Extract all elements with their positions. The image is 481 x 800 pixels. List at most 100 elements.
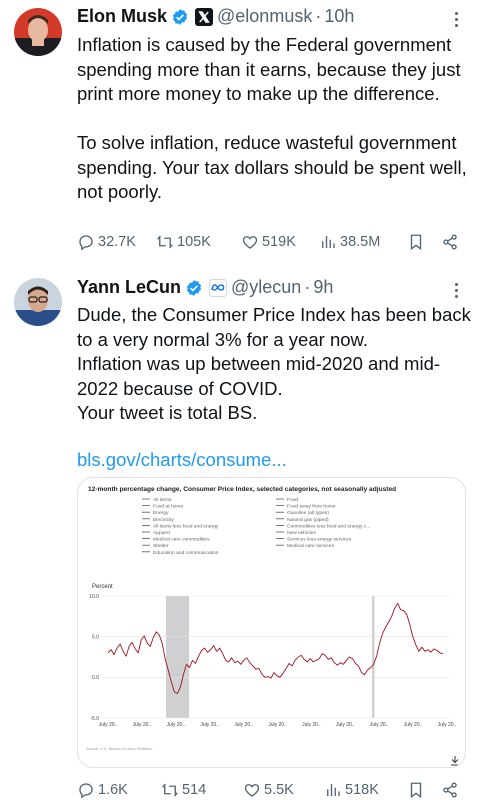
- legend-label: Apparel: [153, 530, 170, 536]
- views-icon: [327, 784, 340, 796]
- legend-item-left-7: Shelter: [142, 543, 169, 549]
- like-count: 5.5K: [264, 782, 294, 798]
- reply-count: 1.6K: [98, 782, 128, 798]
- recession-bands: [166, 596, 375, 718]
- x-tick-label: July 20..: [133, 722, 152, 728]
- repost-count: 514: [182, 782, 207, 798]
- legend-item-right-3: Natural gas (piped): [276, 517, 329, 523]
- avatar-image: [14, 8, 62, 56]
- share-icon[interactable]: [441, 233, 459, 251]
- action-bar: 1.6K 514 5.5K 518K: [77, 781, 467, 800]
- cpi-chart: 12-month percentage change, Consumer Pri…: [86, 486, 459, 766]
- like-button[interactable]: 5.5K: [243, 781, 294, 799]
- reply-button[interactable]: 1.6K: [77, 781, 128, 799]
- separator-dot: ·: [315, 6, 322, 26]
- legend-item-left-0: All items: [142, 497, 172, 503]
- y-tick-label: -5.0: [90, 716, 99, 722]
- bookmark-icon[interactable]: [407, 233, 425, 251]
- like-icon: [244, 784, 260, 797]
- legend-item-right-0: Food: [276, 497, 298, 503]
- download-icon[interactable]: [451, 756, 459, 766]
- x-tick-label: July 20..: [370, 722, 389, 728]
- legend-item-left-2: Energy: [142, 510, 169, 516]
- legend-label: Education and communication: [153, 550, 219, 556]
- chart-series: [107, 602, 444, 695]
- legend-item-left-4: All items less food and energy: [142, 523, 219, 529]
- y-axis-label: Percent: [92, 584, 113, 590]
- legend-label: Medical care commodities: [153, 537, 210, 543]
- legend-label: Electricity: [153, 517, 174, 523]
- separator-dot: ·: [304, 277, 311, 297]
- more-icon[interactable]: [455, 12, 459, 27]
- legend-item-right-1: Food away from home: [276, 504, 336, 510]
- tweet-elon[interactable]: Elon Musk @elonmusk · 10h Inflation is c…: [0, 0, 481, 265]
- verified-badge-icon: [186, 279, 202, 296]
- chart-title: 12-month percentage change, Consumer Pri…: [88, 486, 396, 493]
- legend-item-right-4: Commodities less food and energy c...: [276, 523, 370, 529]
- legend-item-left-5: Apparel: [142, 530, 170, 536]
- chart-link[interactable]: bls.gov/charts/consume...: [77, 449, 287, 471]
- x-logo-icon: [195, 7, 214, 26]
- y-tick-label: 10.0: [89, 594, 99, 600]
- like-button[interactable]: 519K: [241, 233, 296, 251]
- view-count: 38.5M: [340, 234, 381, 250]
- legend-label: Services less energy services: [287, 537, 352, 543]
- author-handle[interactable]: @ylecun: [231, 277, 301, 298]
- like-icon: [242, 236, 258, 249]
- legend-label: Food: [287, 497, 298, 503]
- repost-icon: [156, 235, 174, 249]
- legend-label: Medical care services: [287, 543, 335, 549]
- legend-item-left-1: Food at home: [142, 504, 183, 510]
- x-axis-ticks: July 20.. July 20.. July 20.. July 20.. July…: [99, 722, 457, 728]
- avatar[interactable]: [14, 278, 62, 326]
- share-icon[interactable]: [441, 781, 459, 799]
- timestamp[interactable]: 10h: [324, 6, 354, 27]
- author-name[interactable]: Yann LeCun: [77, 277, 181, 298]
- view-count: 518K: [345, 782, 379, 798]
- recession-band: [372, 596, 375, 718]
- more-icon[interactable]: [455, 283, 459, 298]
- like-count: 519K: [262, 234, 296, 250]
- views-button[interactable]: 518K: [324, 781, 379, 799]
- legend-label: New vehicles: [287, 530, 316, 536]
- x-tick-label: July 20..: [404, 722, 423, 728]
- verified-badge-icon: [172, 8, 188, 25]
- views-button[interactable]: 38.5M: [319, 233, 380, 251]
- x-tick-label: July 20..: [336, 722, 355, 728]
- reply-button[interactable]: 32.7K: [77, 233, 136, 251]
- series-line-0: [107, 602, 444, 695]
- avatar[interactable]: [14, 8, 62, 56]
- legend-label: All items: [153, 497, 172, 503]
- x-tick-label: July 20..: [99, 722, 118, 728]
- tweet-text: Dude, the Consumer Price Index has been …: [77, 304, 471, 423]
- x-tick-label: July 20..: [200, 722, 219, 728]
- legend-label: Shelter: [153, 543, 169, 549]
- legend-label: All items less food and energy: [153, 523, 219, 529]
- x-tick-label: July 20..: [302, 722, 321, 728]
- author-handle[interactable]: @elonmusk: [217, 6, 312, 27]
- y-tick-label: 0.0: [92, 675, 99, 681]
- timestamp[interactable]: 9h: [313, 277, 333, 298]
- chart-legend: All itemsFood at homeEnergyElectricityAl…: [142, 497, 370, 556]
- legend-item-right-6: Services less energy services: [276, 537, 352, 543]
- x-tick-label: July 20..: [166, 722, 185, 728]
- meta-logo-icon: [209, 278, 228, 297]
- legend-item-right-2: Gasoline (all types): [276, 510, 329, 516]
- bookmark-icon[interactable]: [407, 781, 425, 799]
- legend-item-left-3: Electricity: [142, 517, 174, 523]
- chart-card[interactable]: 12-month percentage change, Consumer Pri…: [77, 477, 466, 768]
- legend-item-right-5: New vehicles: [276, 530, 316, 536]
- repost-count: 105K: [177, 234, 211, 250]
- legend-label: Food away from home: [287, 504, 336, 510]
- repost-icon: [161, 783, 179, 797]
- chart-source: Source: U.S. Bureau of Labor Statistics.: [86, 747, 153, 751]
- author-name[interactable]: Elon Musk: [77, 6, 167, 27]
- reply-icon: [79, 783, 93, 799]
- action-bar: 32.7K 105K 519K 38.5M: [77, 233, 467, 255]
- reply-icon: [79, 235, 93, 251]
- repost-button[interactable]: 514: [161, 781, 206, 799]
- legend-item-right-7: Medical care services: [276, 543, 335, 549]
- repost-button[interactable]: 105K: [156, 233, 211, 251]
- legend-item-left-8: Education and communication: [142, 550, 219, 556]
- legend-label: Energy: [153, 510, 169, 516]
